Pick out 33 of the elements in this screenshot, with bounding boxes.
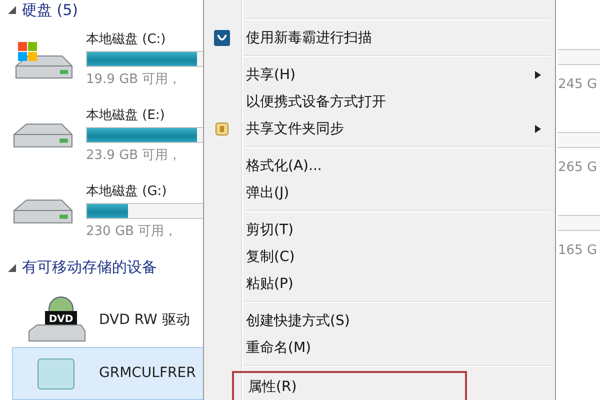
free-space-text: 265 G — [558, 160, 598, 175]
shield-icon — [214, 30, 230, 46]
menu-item[interactable]: 使用新毒霸进行扫描 — [204, 24, 555, 51]
hard-drive-icon — [13, 122, 73, 148]
group-title: 硬盘 (5) — [22, 0, 78, 20]
drive-name[interactable]: 本地磁盘 (E:) — [86, 106, 203, 124]
collapse-triangle-icon[interactable] — [8, 264, 16, 272]
group-title: 有可移动存储的设备 — [22, 258, 157, 278]
submenu-arrow-icon — [535, 70, 541, 78]
drive-name[interactable]: 本地磁盘 (C:) — [86, 30, 203, 48]
free-space-text: 165 G — [558, 243, 598, 258]
menu-item[interactable]: 格式化(A)... — [204, 152, 555, 179]
menu-item[interactable]: 创建快捷方式(S) — [204, 307, 555, 334]
submenu-arrow-icon — [535, 124, 541, 132]
free-space-text: 23.9 GB 可用， — [86, 147, 182, 164]
device-item[interactable]: DVD DVD RW 驱动 — [12, 293, 203, 347]
drive-name[interactable]: 本地磁盘 (G:) — [86, 182, 203, 200]
menu-item[interactable]: 粘贴(P) — [204, 270, 555, 297]
menu-item[interactable]: 弹出(J) — [204, 179, 555, 206]
menu-item[interactable]: 剪切(T) — [204, 216, 555, 243]
menu-item[interactable]: 共享(H) — [204, 61, 555, 88]
free-space-text: 245 G — [558, 77, 598, 92]
menu-item[interactable]: 共享文件夹同步 — [204, 115, 555, 142]
menu-item[interactable]: 重命名(M) — [204, 334, 555, 361]
hard-drive-icon — [13, 198, 73, 224]
collapse-triangle-icon[interactable] — [8, 6, 16, 14]
free-space-text: 230 GB 可用， — [86, 223, 178, 240]
device-item[interactable]: GRMCULFRER — [12, 346, 203, 400]
folder-sync-icon — [214, 120, 230, 136]
free-space-text: 19.9 GB 可用， — [86, 70, 182, 88]
menu-item[interactable]: 复制(C) — [204, 243, 555, 270]
menu-item[interactable]: 以便携式设备方式打开 — [204, 88, 555, 115]
menu-item[interactable]: 属性(R) — [232, 371, 467, 400]
